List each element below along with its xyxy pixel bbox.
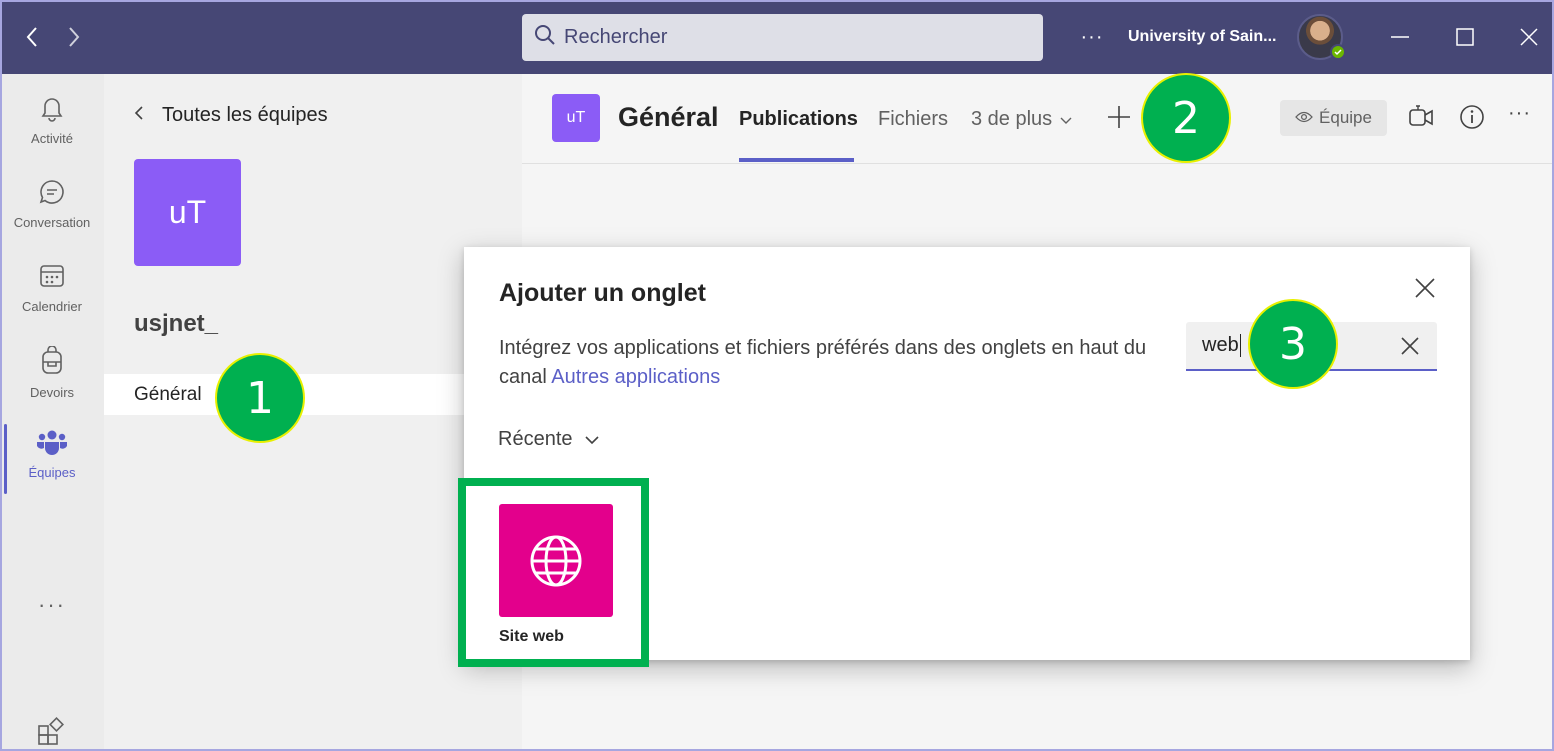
rail-item-assignments[interactable]: Devoirs — [0, 338, 104, 414]
rail-item-activity[interactable]: Activité — [0, 86, 104, 162]
team-avatar: uT — [134, 159, 241, 266]
tab-more-label: 3 de plus — [971, 108, 1053, 130]
team-view-button[interactable]: Équipe — [1280, 100, 1387, 136]
clear-search-icon[interactable] — [1399, 335, 1423, 359]
app-rail: Activité Conversation Calendrier Devoirs… — [0, 74, 104, 751]
more-options-icon[interactable]: ··· — [1508, 102, 1536, 130]
dialog-title: Ajouter un onglet — [499, 279, 706, 307]
search-icon — [534, 24, 556, 51]
step-marker-1: 1 — [215, 353, 305, 443]
add-tab-button[interactable] — [1106, 104, 1134, 134]
more-apps-link[interactable]: Autres applications — [551, 366, 720, 388]
channel-title: Général — [618, 102, 719, 132]
search-placeholder: Rechercher — [564, 26, 668, 48]
all-teams-link[interactable]: Toutes les équipes — [134, 104, 328, 127]
more-options-icon[interactable]: ··· — [1076, 22, 1108, 52]
recent-filter-label: Récente — [498, 428, 573, 450]
organization-name[interactable]: University of Sain... — [1128, 28, 1276, 46]
dialog-description: Intégrez vos applications et fichiers pr… — [499, 334, 1159, 392]
rail-item-calendar[interactable]: Calendrier — [0, 254, 104, 330]
search-bar[interactable]: Rechercher — [522, 14, 1043, 61]
step-marker-2: 2 — [1141, 73, 1231, 163]
backpack-icon — [38, 345, 66, 381]
channel-item-general[interactable]: Général — [104, 374, 522, 415]
team-name[interactable]: usjnet_ — [134, 310, 218, 338]
channel-header: uT Général Publications Fichiers 3 de pl… — [522, 74, 1554, 164]
rail-item-teams[interactable]: Équipes — [0, 420, 104, 496]
chevron-down-icon — [584, 428, 599, 451]
back-arrow-icon[interactable] — [18, 22, 46, 52]
forward-arrow-icon[interactable] — [60, 22, 88, 52]
title-bar: Rechercher ··· University of Sain... — [0, 0, 1554, 74]
eye-icon — [1295, 108, 1313, 128]
tab-publications[interactable]: Publications — [739, 108, 858, 131]
highlight-box — [458, 478, 649, 667]
recent-filter-dropdown[interactable]: Récente — [498, 428, 599, 451]
chat-icon — [38, 178, 66, 211]
chevron-down-icon — [1060, 108, 1072, 131]
channel-label: Général — [134, 383, 202, 405]
close-window-icon[interactable] — [1514, 22, 1544, 52]
info-icon[interactable] — [1459, 104, 1487, 132]
team-view-label: Équipe — [1319, 108, 1372, 127]
rail-item-conversation[interactable]: Conversation — [0, 170, 104, 246]
teams-icon — [36, 428, 68, 461]
maximize-icon[interactable] — [1450, 22, 1480, 52]
chevron-left-icon — [134, 105, 144, 126]
rail-item-label: Équipes — [28, 465, 76, 480]
rail-item-label: Devoirs — [29, 385, 75, 400]
calendar-icon — [38, 262, 66, 295]
tab-more[interactable]: 3 de plus — [971, 108, 1072, 131]
app-search-value: web — [1202, 334, 1241, 357]
rail-item-label: Conversation — [13, 215, 91, 230]
rail-item-label: Calendrier — [22, 299, 82, 314]
presence-available-icon — [1330, 44, 1346, 60]
rail-item-label: Activité — [31, 131, 73, 146]
all-teams-label: Toutes les équipes — [162, 104, 328, 126]
minimize-icon[interactable] — [1385, 22, 1415, 52]
close-icon[interactable] — [1414, 277, 1444, 307]
active-tab-indicator — [739, 158, 854, 162]
meet-camera-icon[interactable] — [1408, 104, 1436, 132]
bell-icon — [38, 94, 66, 127]
tab-files[interactable]: Fichiers — [878, 108, 948, 131]
step-marker-3: 3 — [1248, 299, 1338, 389]
channel-avatar: uT — [552, 94, 600, 142]
apps-icon[interactable] — [36, 716, 70, 750]
more-apps-icon[interactable]: ··· — [0, 592, 104, 622]
